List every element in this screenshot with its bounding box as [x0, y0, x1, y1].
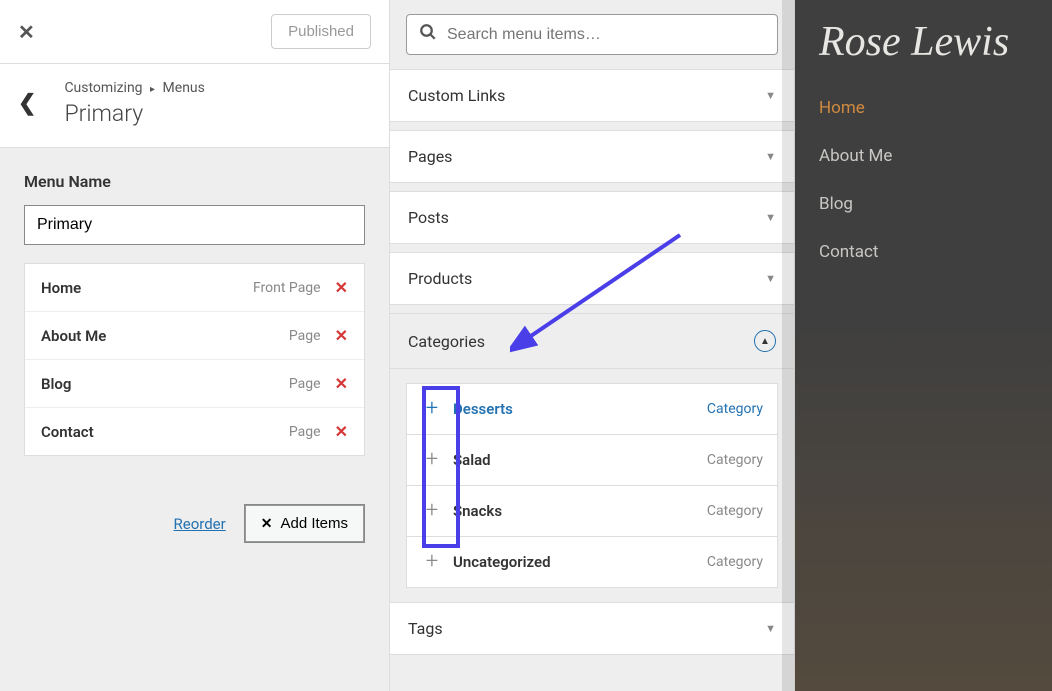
accordion-posts[interactable]: Posts ▼ — [390, 191, 794, 244]
menu-item-type: Front Page — [253, 280, 321, 296]
plus-icon[interactable]: + — [421, 551, 443, 573]
search-wrap — [390, 0, 794, 69]
menu-item-type: Page — [289, 328, 321, 344]
remove-icon[interactable]: ✕ — [335, 326, 348, 345]
accordion-label: Products — [408, 269, 472, 288]
category-row[interactable]: + Uncategorized Category — [407, 537, 777, 587]
category-name: Desserts — [453, 400, 697, 418]
menu-name-input[interactable] — [24, 205, 365, 245]
category-name: Uncategorized — [453, 553, 697, 571]
search-icon — [419, 23, 437, 46]
search-box[interactable] — [406, 14, 778, 55]
menu-item-row[interactable]: Blog Page ✕ — [25, 360, 364, 408]
accordion-label: Custom Links — [408, 86, 505, 105]
chevron-up-icon: ▲ — [754, 330, 776, 352]
category-type: Category — [707, 503, 763, 519]
breadcrumb-separator-icon: ▸ — [150, 84, 155, 95]
accordion-categories[interactable]: Categories ▲ — [390, 313, 794, 369]
accordion-label: Tags — [408, 619, 443, 638]
accordion-label: Posts — [408, 208, 449, 227]
accordion-label: Pages — [408, 147, 452, 166]
menu-item-name: Home — [41, 279, 81, 297]
category-name: Salad — [453, 451, 697, 469]
chevron-down-icon: ▼ — [765, 272, 776, 285]
nav-link-contact[interactable]: Contact — [819, 242, 1028, 262]
accordion-list: Custom Links ▼ Pages ▼ Posts ▼ Products … — [390, 69, 794, 663]
accordion-tags[interactable]: Tags ▼ — [390, 602, 794, 655]
panel-header: ✕ Published — [0, 0, 389, 64]
available-items-panel: Custom Links ▼ Pages ▼ Posts ▼ Products … — [390, 0, 795, 691]
panel-body: Menu Name Home Front Page ✕ About Me Pag… — [0, 148, 389, 691]
menu-item-name: Blog — [41, 375, 71, 393]
plus-icon[interactable]: + — [421, 500, 443, 522]
close-icon[interactable]: ✕ — [18, 20, 35, 44]
page-title: Primary — [64, 100, 204, 127]
nav-link-about[interactable]: About Me — [819, 146, 1028, 166]
category-type: Category — [707, 554, 763, 570]
site-preview: Rose Lewis Home About Me Blog Contact — [795, 0, 1052, 691]
accordion-products[interactable]: Products ▼ — [390, 252, 794, 305]
published-button[interactable]: Published — [271, 14, 371, 49]
category-row[interactable]: + Desserts Category — [407, 384, 777, 435]
close-icon: ✕ — [261, 515, 273, 532]
breadcrumb-row: ❮ Customizing ▸ Menus Primary — [0, 64, 389, 148]
menu-items-list: Home Front Page ✕ About Me Page ✕ Blog — [24, 263, 365, 456]
nav-link-home[interactable]: Home — [819, 98, 1028, 118]
breadcrumb: Customizing ▸ Menus Primary — [64, 80, 204, 127]
category-row[interactable]: + Snacks Category — [407, 486, 777, 537]
plus-icon[interactable]: + — [421, 449, 443, 471]
nav-link-blog[interactable]: Blog — [819, 194, 1028, 214]
preview-nav: Home About Me Blog Contact — [795, 74, 1052, 286]
category-row[interactable]: + Salad Category — [407, 435, 777, 486]
chevron-down-icon: ▼ — [765, 89, 776, 102]
remove-icon[interactable]: ✕ — [335, 374, 348, 393]
back-icon[interactable]: ❮ — [18, 91, 36, 116]
chevron-down-icon: ▼ — [765, 211, 776, 224]
search-input[interactable] — [447, 26, 765, 44]
add-items-label: Add Items — [280, 515, 348, 532]
scrollbar[interactable] — [782, 0, 794, 691]
accordion-custom-links[interactable]: Custom Links ▼ — [390, 69, 794, 122]
remove-icon[interactable]: ✕ — [335, 278, 348, 297]
reorder-link[interactable]: Reorder — [174, 515, 226, 533]
menu-item-name: Contact — [41, 423, 94, 441]
site-brand: Rose Lewis — [795, 0, 1052, 74]
accordion-label: Categories — [408, 332, 485, 351]
menu-item-type: Page — [289, 376, 321, 392]
panel-actions: Reorder ✕ Add Items — [24, 504, 365, 543]
menu-item-row[interactable]: Contact Page ✕ — [25, 408, 364, 455]
category-type: Category — [707, 401, 763, 417]
categories-list: + Desserts Category + Salad Category + S… — [406, 383, 778, 588]
chevron-down-icon: ▼ — [765, 622, 776, 635]
menu-item-name: About Me — [41, 327, 106, 345]
remove-icon[interactable]: ✕ — [335, 422, 348, 441]
add-items-button[interactable]: ✕ Add Items — [244, 504, 365, 543]
menu-item-row[interactable]: About Me Page ✕ — [25, 312, 364, 360]
customizer-panel: ✕ Published ❮ Customizing ▸ Menus Primar… — [0, 0, 390, 691]
breadcrumb-path: Customizing ▸ Menus — [64, 80, 204, 96]
menu-item-row[interactable]: Home Front Page ✕ — [25, 264, 364, 312]
breadcrumb-parent: Customizing — [64, 80, 142, 96]
plus-icon[interactable]: + — [421, 398, 443, 420]
accordion-pages[interactable]: Pages ▼ — [390, 130, 794, 183]
category-type: Category — [707, 452, 763, 468]
breadcrumb-section: Menus — [163, 80, 205, 96]
menu-item-type: Page — [289, 424, 321, 440]
chevron-down-icon: ▼ — [765, 150, 776, 163]
category-name: Snacks — [453, 502, 697, 520]
menu-name-label: Menu Name — [24, 172, 365, 191]
